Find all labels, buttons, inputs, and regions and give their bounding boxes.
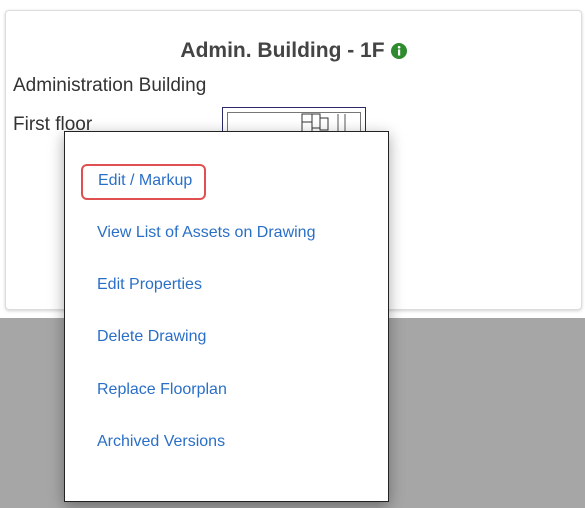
menu-item-archived-versions[interactable]: Archived Versions <box>97 433 225 451</box>
drawing-context-menu: Edit / Markup View List of Assets on Dra… <box>64 131 389 502</box>
menu-item-delete-drawing[interactable]: Delete Drawing <box>97 328 206 346</box>
drawing-title: Admin. Building - 1F <box>180 39 385 62</box>
menu-item-edit-markup[interactable]: Edit / Markup <box>81 164 207 200</box>
menu-item-replace-floorplan[interactable]: Replace Floorplan <box>97 381 227 399</box>
menu-item-edit-properties[interactable]: Edit Properties <box>97 276 202 294</box>
building-name: Administration Building <box>13 75 207 96</box>
info-icon[interactable] <box>390 43 407 59</box>
menu-item-view-assets[interactable]: View List of Assets on Drawing <box>97 224 315 242</box>
